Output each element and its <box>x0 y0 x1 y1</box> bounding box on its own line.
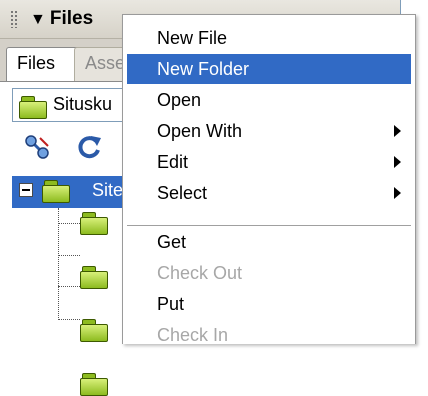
submenu-arrow-icon <box>394 125 401 137</box>
drag-grip-icon[interactable] <box>10 10 18 28</box>
menu-item-label: Check Out <box>157 263 243 283</box>
folder-icon[interactable] <box>80 212 108 235</box>
folder-icon[interactable] <box>80 266 108 289</box>
tree-connector <box>58 223 80 224</box>
menu-item-check-out: Check Out <box>127 258 411 288</box>
menu-item-label: Edit <box>157 152 189 172</box>
menu-item-get[interactable]: Get <box>127 227 411 257</box>
folder-icon <box>42 180 70 203</box>
menu-item-label: Check In <box>157 325 229 345</box>
tree-root-label: Site <box>92 180 124 200</box>
menu-item-label: Put <box>157 294 185 314</box>
connect-icon[interactable] <box>22 132 52 162</box>
menu-item-label: New File <box>157 28 228 48</box>
submenu-arrow-icon <box>394 156 401 168</box>
collapse-triangle-icon[interactable]: ▼ <box>30 11 46 28</box>
menu-item-label: New Folder <box>157 59 250 79</box>
menu-item-select[interactable]: Select <box>127 178 411 208</box>
menu-item-check-in: Check In <box>127 320 411 350</box>
menu-item-open-with[interactable]: Open With <box>127 116 411 146</box>
folder-icon[interactable] <box>80 373 108 396</box>
collapse-minus-icon[interactable] <box>19 183 33 197</box>
menu-item-edit[interactable]: Edit <box>127 147 411 177</box>
tab-files[interactable]: Files <box>6 47 84 81</box>
menu-item-new-folder[interactable]: New Folder <box>127 54 411 84</box>
menu-item-open[interactable]: Open <box>127 85 411 115</box>
menu-item-label: Open <box>157 90 202 110</box>
site-select-value: Situsku <box>53 94 113 114</box>
tree-connector <box>58 286 80 287</box>
menu-item-label: Get <box>157 232 187 252</box>
panel-title-text: Files <box>49 8 94 29</box>
tree-connector <box>58 208 59 320</box>
folder-icon[interactable] <box>80 319 108 342</box>
submenu-arrow-icon <box>394 187 401 199</box>
panel-title[interactable]: ▼ Files <box>30 8 93 30</box>
tree-connector <box>58 319 80 320</box>
context-menu: New File New Folder Open Open With Edit … <box>122 14 416 345</box>
refresh-icon[interactable] <box>74 132 104 162</box>
menu-item-label: Select <box>157 183 208 203</box>
menu-item-label: Open With <box>157 121 243 141</box>
menu-item-put[interactable]: Put <box>127 289 411 319</box>
folder-icon <box>19 96 47 119</box>
menu-item-new-file[interactable]: New File <box>127 23 411 53</box>
tree-connector <box>58 255 80 256</box>
